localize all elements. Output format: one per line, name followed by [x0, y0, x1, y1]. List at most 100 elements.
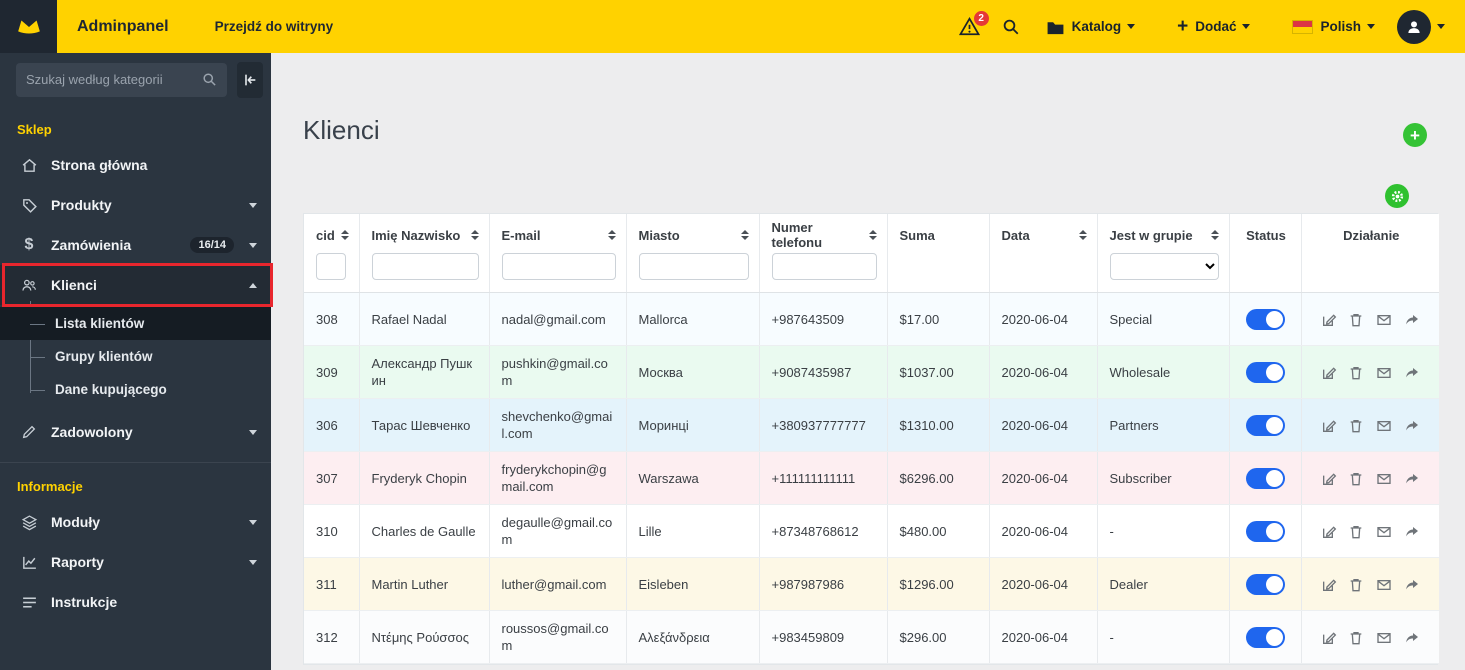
sidebar-search-row	[0, 53, 271, 106]
mail-icon[interactable]	[1376, 418, 1392, 434]
edit-icon[interactable]	[1321, 630, 1337, 646]
goto-site-link[interactable]: Przejdź do witryny	[215, 19, 334, 34]
sidebar-item-content[interactable]: Zadowolony	[0, 412, 271, 452]
topbar-search-button[interactable]	[1002, 18, 1020, 36]
delete-icon[interactable]	[1348, 365, 1364, 381]
cell-actions	[1301, 610, 1439, 664]
cell-date: 2020-06-04	[989, 557, 1098, 611]
cell-phone: +987643509	[759, 292, 888, 346]
share-icon[interactable]	[1404, 418, 1420, 434]
delete-icon[interactable]	[1348, 524, 1364, 540]
cell-status	[1229, 292, 1302, 346]
cell-phone: +9087435987	[759, 345, 888, 399]
language-menu[interactable]: Polish	[1292, 19, 1375, 34]
column-label[interactable]: Numer telefonu	[772, 220, 863, 250]
chevron-down-icon	[1367, 24, 1375, 29]
edit-icon[interactable]	[1321, 418, 1337, 434]
column-label[interactable]: Miasto	[639, 228, 680, 243]
cell-name: Ντέμης Ρούσσος	[359, 610, 490, 664]
cell-name: Rafael Nadal	[359, 292, 490, 346]
share-icon[interactable]	[1404, 577, 1420, 593]
edit-icon[interactable]	[1321, 312, 1337, 328]
mail-icon[interactable]	[1376, 630, 1392, 646]
edit-icon[interactable]	[1321, 365, 1337, 381]
add-customer-button[interactable]: +	[1403, 123, 1427, 147]
mail-icon[interactable]	[1376, 312, 1392, 328]
catalog-menu[interactable]: Katalog	[1046, 19, 1136, 35]
sort-icon[interactable]	[868, 230, 877, 240]
column-label[interactable]: E-mail	[502, 228, 541, 243]
catalog-label: Katalog	[1071, 19, 1122, 34]
status-toggle[interactable]	[1245, 308, 1285, 330]
alerts-button[interactable]: 2	[958, 11, 989, 36]
sidebar-item-reports[interactable]: Raporty	[0, 542, 271, 582]
filter-group-select[interactable]	[1109, 253, 1219, 280]
cell-email: luther@gmail.com	[489, 557, 627, 611]
sidebar-item-home[interactable]: Strona główna	[0, 145, 271, 185]
sidebar-item-modules[interactable]: Moduły	[0, 502, 271, 542]
sidebar-collapse-button[interactable]	[237, 61, 263, 98]
column-label[interactable]: Imię Nazwisko	[372, 228, 461, 243]
sort-icon[interactable]	[470, 230, 479, 240]
cell-total: $17.00	[887, 292, 990, 346]
delete-icon[interactable]	[1348, 577, 1364, 593]
mail-icon[interactable]	[1376, 471, 1392, 487]
sidebar-item-products[interactable]: Produkty	[0, 185, 271, 225]
sidebar-item-customers[interactable]: Klienci	[0, 263, 273, 307]
filter-city-input[interactable]	[638, 253, 749, 280]
sidebar-item-customer-groups[interactable]: Grupy klientów	[0, 340, 271, 373]
delete-icon[interactable]	[1348, 418, 1364, 434]
delete-icon[interactable]	[1348, 630, 1364, 646]
share-icon[interactable]	[1404, 471, 1420, 487]
tag-icon	[20, 196, 38, 214]
sidebar-item-instructions[interactable]: Instrukcje	[0, 582, 271, 622]
cell-email: pushkin@gmail.com	[489, 345, 627, 399]
delete-icon[interactable]	[1348, 471, 1364, 487]
toggle-knob	[1265, 628, 1283, 646]
share-icon[interactable]	[1404, 630, 1420, 646]
search-icon[interactable]	[202, 72, 217, 87]
filter-cid-input[interactable]	[316, 253, 346, 280]
column-label[interactable]: Jest w grupie	[1110, 228, 1193, 243]
sidebar-item-label: Strona główna	[51, 157, 148, 173]
sidebar-item-customer-list[interactable]: Lista klientów	[0, 307, 271, 340]
column-label[interactable]: Data	[1002, 228, 1030, 243]
mail-icon[interactable]	[1376, 577, 1392, 593]
edit-icon[interactable]	[1321, 524, 1337, 540]
status-toggle[interactable]	[1245, 520, 1285, 542]
status-toggle[interactable]	[1245, 467, 1285, 489]
status-toggle[interactable]	[1245, 573, 1285, 595]
column-header-group: Jest w grupie	[1097, 214, 1230, 293]
filter-name-input[interactable]	[371, 253, 479, 280]
account-menu[interactable]	[1397, 9, 1445, 44]
status-toggle[interactable]	[1245, 626, 1285, 648]
cell-email: fryderykchopin@gmail.com	[489, 451, 627, 505]
sidebar-item-orders[interactable]: $ Zamówienia 16/14	[0, 225, 271, 265]
edit-icon[interactable]	[1321, 577, 1337, 593]
share-icon[interactable]	[1404, 524, 1420, 540]
add-menu[interactable]: + Dodać	[1177, 16, 1251, 37]
app-logo[interactable]	[0, 0, 57, 53]
sort-icon[interactable]	[607, 230, 616, 240]
column-label[interactable]: cid	[316, 228, 335, 243]
settings-button[interactable]	[1385, 184, 1409, 208]
delete-icon[interactable]	[1348, 312, 1364, 328]
plus-icon: +	[1177, 16, 1189, 37]
filter-email-input[interactable]	[501, 253, 616, 280]
status-toggle[interactable]	[1245, 361, 1285, 383]
mail-icon[interactable]	[1376, 365, 1392, 381]
sort-icon[interactable]	[740, 230, 749, 240]
poland-flag-icon	[1292, 19, 1314, 34]
sidebar-search-input[interactable]	[26, 72, 202, 87]
column-header-name: Imię Nazwisko	[359, 214, 490, 293]
mail-icon[interactable]	[1376, 524, 1392, 540]
sort-icon[interactable]	[1210, 230, 1219, 240]
edit-icon[interactable]	[1321, 471, 1337, 487]
status-toggle[interactable]	[1245, 414, 1285, 436]
sort-icon[interactable]	[340, 230, 349, 240]
filter-phone-input[interactable]	[771, 253, 877, 280]
sidebar-item-buyer-data[interactable]: Dane kupującego	[0, 373, 271, 406]
share-icon[interactable]	[1404, 312, 1420, 328]
share-icon[interactable]	[1404, 365, 1420, 381]
sort-icon[interactable]	[1078, 230, 1087, 240]
